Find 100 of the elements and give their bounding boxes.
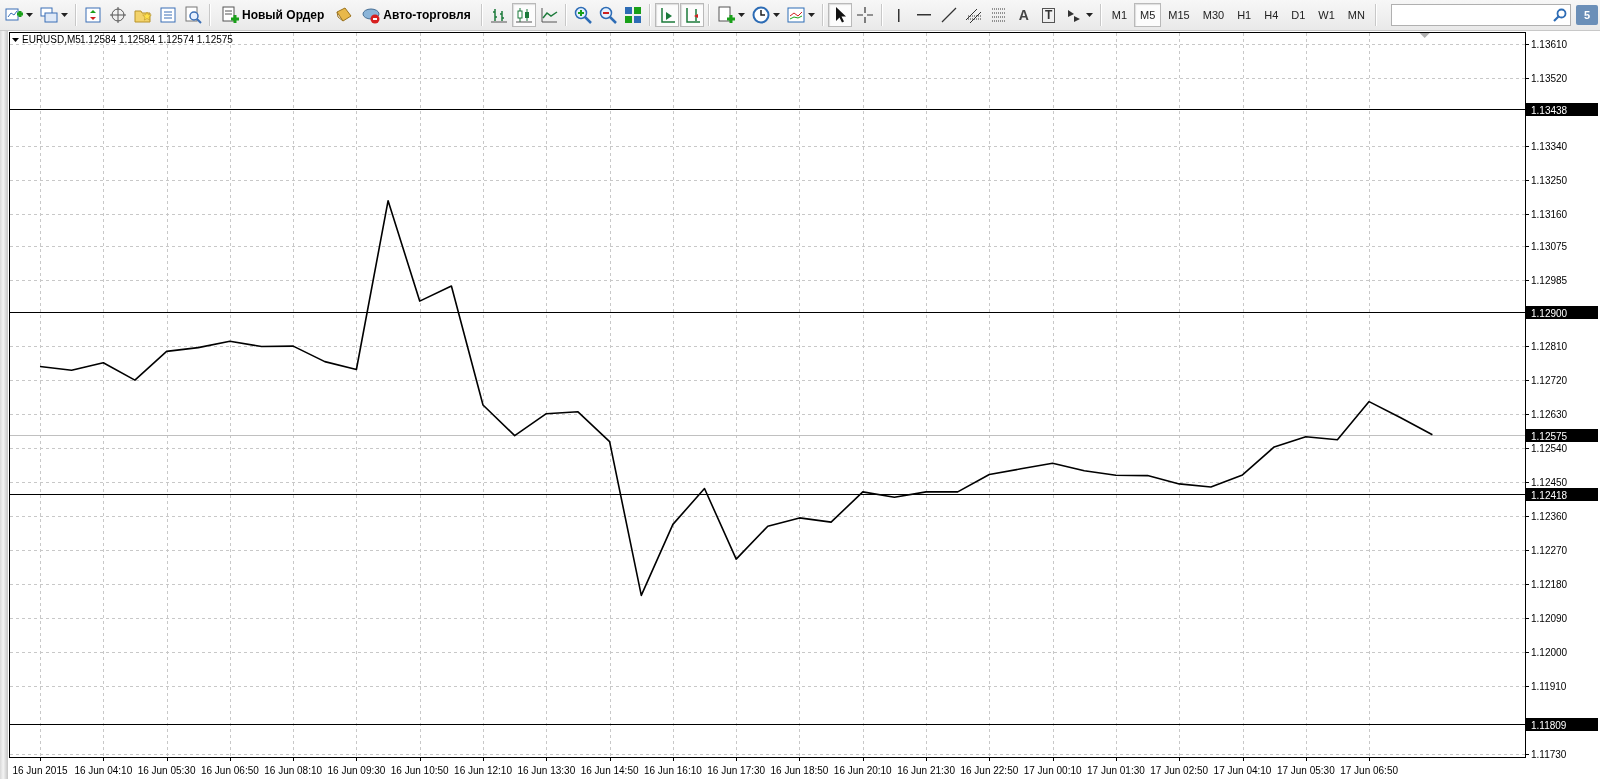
time-axis-label: 17 Jun 06:50 xyxy=(1340,765,1398,776)
new-order-button[interactable]: Новый Ордер xyxy=(215,3,331,27)
time-axis-label: 16 Jun 14:50 xyxy=(580,765,639,776)
price-level-label: 1.12900 xyxy=(1526,306,1598,319)
time-axis-label: 16 Jun 12:10 xyxy=(454,765,512,776)
caret-icon xyxy=(1085,13,1093,17)
timeframe-button[interactable]: M30 xyxy=(1196,3,1231,27)
price-axis-label: 1.13340 xyxy=(1531,140,1568,152)
price-axis-label: 1.13610 xyxy=(1531,38,1568,50)
text-tool-button[interactable]: A xyxy=(1011,3,1036,27)
time-axis-label: 16 Jun 21:30 xyxy=(897,765,955,776)
time-axis-label: 17 Jun 00:10 xyxy=(1023,765,1082,776)
price-axis-label: 1.12000 xyxy=(1531,647,1568,658)
candlestick-icon xyxy=(514,6,533,24)
zoom-in-icon xyxy=(573,6,592,24)
ref-line-label: 1.11809 xyxy=(1531,719,1567,731)
price-level-label: 1.12575 xyxy=(1526,429,1598,442)
time-axis-label: 17 Jun 02:50 xyxy=(1150,765,1209,776)
channel-icon xyxy=(964,6,983,24)
timeframe-button[interactable]: MN xyxy=(1341,3,1371,27)
price-axis-label: 1.12985 xyxy=(1531,275,1568,286)
time-axis-label: 16 Jun 18:50 xyxy=(770,765,829,776)
timeframe-button[interactable]: H4 xyxy=(1258,3,1285,27)
chart-shift-button[interactable] xyxy=(679,3,704,27)
candlestick-chart-button[interactable] xyxy=(511,3,536,27)
crosshair-icon xyxy=(109,6,127,24)
timeframe-button[interactable]: M5 xyxy=(1134,3,1162,27)
vertical-line-icon xyxy=(897,8,900,22)
text-label-button[interactable]: T xyxy=(1036,3,1061,27)
search-field[interactable] xyxy=(1391,4,1571,26)
collapse-icon[interactable] xyxy=(12,38,19,42)
bar-chart-icon xyxy=(489,6,508,24)
price-axis-label: 1.13075 xyxy=(1531,241,1568,252)
caret-icon xyxy=(772,13,780,17)
template-icon xyxy=(786,6,805,24)
price-axis-label: 1.12450 xyxy=(1531,477,1568,489)
terminal-icon xyxy=(159,6,177,24)
order-icon xyxy=(221,6,239,24)
time-axis-label: 16 Jun 05:30 xyxy=(137,765,196,776)
market-watch-icon xyxy=(84,6,102,24)
price-axis-label: 1.11910 xyxy=(1531,681,1567,692)
new-chart-icon xyxy=(5,6,23,24)
ref-line-label: 1.13438 xyxy=(1531,104,1568,116)
ohlc-values: 1.12584 1.12584 1.12574 1.12575 xyxy=(80,34,233,45)
time-axis-label: 16 Jun 20:10 xyxy=(833,765,892,776)
price-axis-label: 1.12180 xyxy=(1531,579,1568,591)
time-axis-label: 16 Jun 2015 xyxy=(12,765,68,776)
time-axis-label: 16 Jun 17:30 xyxy=(707,765,766,776)
auto-trading-button[interactable]: Авто-торговля xyxy=(356,3,477,27)
auto-scroll-button[interactable] xyxy=(654,3,679,27)
line-chart-icon xyxy=(539,6,558,24)
price-axis-label: 1.13520 xyxy=(1531,72,1568,84)
timeframe-button[interactable]: M1 xyxy=(1105,3,1134,27)
cursor-button[interactable] xyxy=(827,3,852,27)
price-axis-label: 1.11730 xyxy=(1531,749,1567,760)
time-axis-label: 16 Jun 16:10 xyxy=(644,765,702,776)
price-axis-label: 1.12360 xyxy=(1531,511,1568,523)
price-level-label: 1.13438 xyxy=(1526,103,1598,116)
time-axis-label: 17 Jun 01:30 xyxy=(1087,765,1145,776)
tester-icon xyxy=(184,6,202,24)
caret-icon xyxy=(26,13,33,17)
price-axis-label: 1.12630 xyxy=(1531,409,1568,421)
search-icon xyxy=(1553,8,1567,22)
windows-icon xyxy=(40,6,58,24)
zoom-out-icon xyxy=(598,6,617,24)
ref-line-label: 1.12575 xyxy=(1531,430,1568,442)
chart-shift-marker-icon[interactable] xyxy=(1419,33,1430,38)
time-axis-label: 16 Jun 09:30 xyxy=(327,765,386,776)
timeframe-button[interactable]: M15 xyxy=(1162,3,1196,27)
tile-windows-icon xyxy=(623,6,642,24)
caret-icon xyxy=(807,13,815,17)
auto-trading-icon xyxy=(362,6,381,24)
clock-icon xyxy=(751,6,770,24)
symbol-label: EURUSD,M5 xyxy=(22,34,81,45)
price-level-label: 1.11809 xyxy=(1526,718,1598,731)
price-axis-label: 1.13160 xyxy=(1531,208,1568,220)
indicators-icon xyxy=(716,6,735,24)
timeframe-button[interactable]: D1 xyxy=(1285,3,1312,27)
time-axis-label: 17 Jun 05:30 xyxy=(1276,765,1335,776)
time-axis-label: 17 Jun 04:10 xyxy=(1213,765,1272,776)
crosshair-cursor-icon xyxy=(855,6,874,24)
fibonacci-icon xyxy=(989,6,1008,24)
price-axis-label: 1.12090 xyxy=(1531,613,1568,624)
timeframe-button[interactable]: W1 xyxy=(1312,3,1341,27)
timeframe-button[interactable]: H1 xyxy=(1231,3,1258,27)
price-level-label: 1.12418 xyxy=(1526,488,1598,501)
time-axis-label: 16 Jun 06:50 xyxy=(200,765,259,776)
time-axis-label: 16 Jun 10:50 xyxy=(390,765,449,776)
trendline-icon xyxy=(939,6,958,24)
ref-line-label: 1.12900 xyxy=(1531,307,1568,319)
price-axis-label: 1.13250 xyxy=(1531,174,1568,186)
time-axis-label: 16 Jun 08:10 xyxy=(264,765,323,776)
horizontal-line-icon xyxy=(916,14,931,16)
label-tool-icon: T xyxy=(1042,7,1056,23)
caret-icon xyxy=(737,13,745,17)
time-axis-label: 16 Jun 22:50 xyxy=(960,765,1019,776)
price-axis-label: 1.12720 xyxy=(1531,375,1568,387)
book-icon xyxy=(334,6,353,24)
price-axis-label: 1.12540 xyxy=(1531,443,1568,455)
time-axis-label: 16 Jun 04:10 xyxy=(74,765,133,776)
